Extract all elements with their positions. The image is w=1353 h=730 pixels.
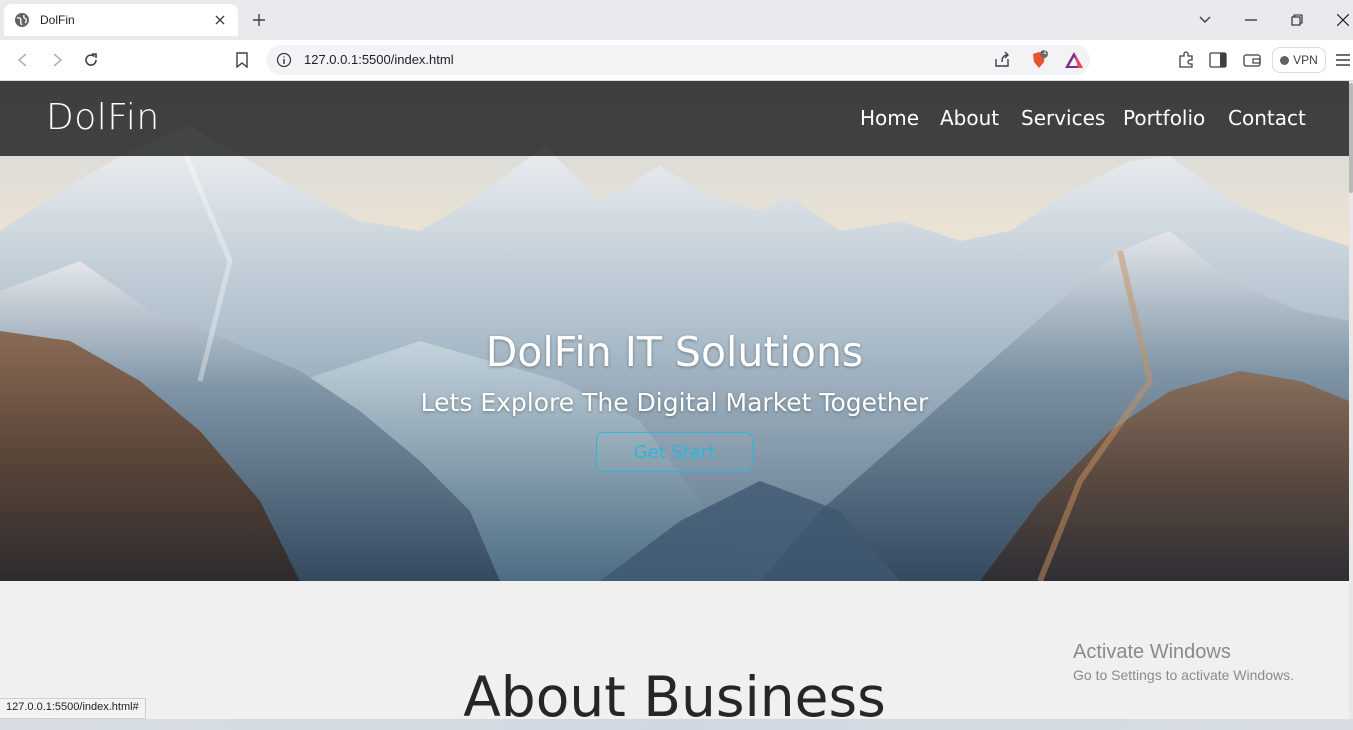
nav-services-link[interactable]: Services (1021, 106, 1105, 130)
shields-badge: 1 (1042, 48, 1048, 56)
address-url: 127.0.0.1:5500/index.html (304, 52, 454, 67)
nav-home-link[interactable]: Home (860, 106, 919, 130)
taskbar-strip (0, 719, 1353, 730)
site-info-icon[interactable] (276, 52, 292, 68)
tab-search-chevron-icon[interactable] (1195, 10, 1215, 30)
extensions-icon[interactable] (1175, 49, 1197, 71)
share-icon[interactable] (993, 51, 1011, 69)
activate-windows-title: Activate Windows (1073, 641, 1231, 663)
bookmark-icon[interactable] (231, 49, 253, 71)
page-viewport: DolFin Home About Services Portfolio Con… (0, 81, 1353, 730)
brave-shields-icon[interactable]: 1 (1029, 48, 1049, 70)
back-arrow-icon[interactable] (12, 49, 34, 71)
nav-about-link[interactable]: About (940, 106, 999, 130)
browser-tab[interactable]: DolFin (4, 4, 238, 36)
address-bar[interactable]: 127.0.0.1:5500/index.html 1 (266, 45, 1090, 75)
tab-title: DolFin (40, 13, 75, 27)
vpn-label: VPN (1293, 53, 1318, 67)
close-window-button[interactable] (1333, 10, 1353, 30)
brave-rewards-icon[interactable] (1064, 51, 1084, 69)
new-tab-button[interactable] (249, 10, 269, 30)
page-scrollbar[interactable] (1349, 81, 1353, 730)
vpn-button[interactable]: VPN (1272, 47, 1326, 73)
nav-portfolio-link[interactable]: Portfolio (1123, 106, 1205, 130)
activate-windows-watermark: Activate Windows Go to Settings to activ… (1073, 641, 1294, 683)
get-start-button[interactable]: Get Start (596, 432, 753, 472)
status-bar-url: 127.0.0.1:5500/index.html# (0, 698, 146, 719)
vpn-status-dot (1280, 55, 1290, 65)
hero-section: DolFin Home About Services Portfolio Con… (0, 81, 1349, 581)
site-navbar: DolFin Home About Services Portfolio Con… (0, 81, 1349, 156)
wallet-icon[interactable] (1241, 49, 1263, 71)
hero-subtitle: Lets Explore The Digital Market Together (420, 388, 929, 417)
nav-contact-link[interactable]: Contact (1228, 106, 1306, 130)
activate-windows-subtitle: Go to Settings to activate Windows. (1073, 667, 1294, 683)
minimize-button[interactable] (1241, 10, 1261, 30)
sidebar-toggle-icon[interactable] (1207, 49, 1229, 71)
scrollbar-thumb[interactable] (1349, 83, 1353, 193)
globe-icon (14, 12, 30, 28)
reload-icon[interactable] (80, 49, 102, 71)
restore-button[interactable] (1287, 10, 1307, 30)
site-logo[interactable]: DolFin (46, 97, 160, 138)
forward-arrow-icon[interactable] (46, 49, 68, 71)
browser-toolbar: 127.0.0.1:5500/index.html 1 VPN (0, 40, 1353, 81)
tab-strip: DolFin (0, 0, 1353, 40)
menu-icon[interactable] (1333, 49, 1353, 71)
hero-title: DolFin IT Solutions (485, 328, 864, 376)
close-tab-icon[interactable] (212, 12, 228, 28)
